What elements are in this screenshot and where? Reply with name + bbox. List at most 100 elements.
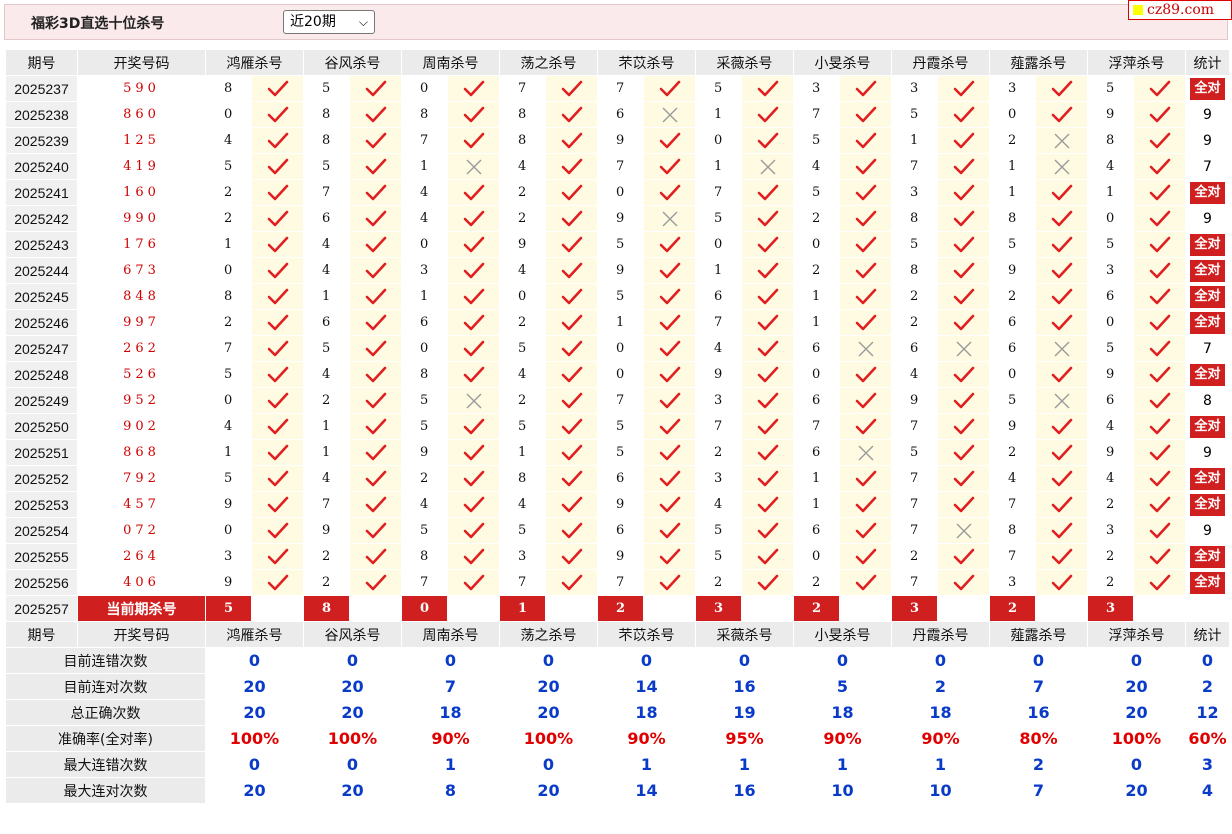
site-logo[interactable]: cz89.com <box>1128 0 1232 20</box>
check-icon <box>545 361 598 388</box>
check-icon <box>937 309 990 336</box>
stat-value: 18 <box>793 699 892 726</box>
check-icon <box>349 569 402 596</box>
all-correct-badge: 全对 <box>1190 571 1225 594</box>
stat-value: 14 <box>597 673 696 700</box>
kill-number: 0 <box>597 179 644 206</box>
check-icon <box>251 127 304 154</box>
kill-number: 6 <box>597 465 644 492</box>
kill-number: 0 <box>205 387 252 414</box>
period-cell: 2025249 <box>5 387 78 414</box>
stat-cell: 全对 <box>1185 543 1230 570</box>
kill-number: 2 <box>891 283 938 310</box>
period-cell: 2025244 <box>5 257 78 284</box>
table-row: 2025238 860 0 8 8 8 6 1 7 5 0 9 9 <box>5 101 1230 128</box>
kill-number: 5 <box>793 127 840 154</box>
kill-number: 6 <box>793 517 840 544</box>
kill-number: 0 <box>205 101 252 128</box>
kill-number: 0 <box>989 101 1036 128</box>
cross-icon <box>937 335 990 362</box>
check-icon <box>1133 413 1186 440</box>
kill-number: 9 <box>205 491 252 518</box>
period-cell: 2025250 <box>5 413 78 440</box>
stat-value: 8 <box>401 777 500 804</box>
check-icon <box>1133 127 1186 154</box>
check-icon <box>545 517 598 544</box>
check-icon <box>1133 569 1186 596</box>
check-icon <box>643 309 696 336</box>
kill-number: 6 <box>597 517 644 544</box>
draw-number: 264 <box>77 543 206 570</box>
header-col-2: 鸿雁杀号 <box>205 49 304 76</box>
table-row: 2025240 419 5 5 1 4 7 1 4 7 1 4 7 <box>5 153 1230 180</box>
check-icon <box>251 309 304 336</box>
kill-number: 2 <box>891 543 938 570</box>
kill-number: 9 <box>1087 439 1134 466</box>
check-icon <box>643 335 696 362</box>
table-row: 2025239 125 4 8 7 8 9 0 5 1 2 8 9 <box>5 127 1230 154</box>
check-icon <box>251 335 304 362</box>
check-icon <box>545 491 598 518</box>
kill-number: 0 <box>695 127 742 154</box>
kill-number: 8 <box>1087 127 1134 154</box>
kill-number: 1 <box>695 257 742 284</box>
kill-number: 7 <box>303 179 350 206</box>
check-icon <box>839 491 892 518</box>
kill-number: 4 <box>303 257 350 284</box>
kill-number: 8 <box>205 75 252 102</box>
kill-number: 9 <box>597 205 644 232</box>
stat-value: 16 <box>695 673 794 700</box>
period-cell: 2025245 <box>5 283 78 310</box>
period-cell: 2025243 <box>5 231 78 258</box>
stat-cell: 全对 <box>1185 569 1230 596</box>
stat-value: 0 <box>695 647 794 674</box>
kill-number: 5 <box>205 361 252 388</box>
kill-number: 0 <box>793 361 840 388</box>
stat-value: 100% <box>205 725 304 752</box>
check-icon <box>545 439 598 466</box>
stat-value: 16 <box>695 777 794 804</box>
check-icon <box>741 127 794 154</box>
check-icon <box>349 413 402 440</box>
header-col-10: 薤露杀号 <box>989 49 1088 76</box>
stat-label: 目前连错次数 <box>5 647 206 674</box>
stat-cell: 全对 <box>1185 231 1230 258</box>
check-icon <box>1035 361 1088 388</box>
stat-value: 0 <box>1087 647 1186 674</box>
period-cell: 2025246 <box>5 309 78 336</box>
kill-number: 9 <box>989 413 1036 440</box>
check-icon <box>643 127 696 154</box>
check-icon <box>741 75 794 102</box>
draw-number: 526 <box>77 361 206 388</box>
page-title: 福彩3D直选十位杀号 <box>31 16 165 32</box>
cross-icon <box>643 101 696 128</box>
period-cell: 2025242 <box>5 205 78 232</box>
check-icon <box>447 517 500 544</box>
header-col-5: 荡之杀号 <box>499 49 598 76</box>
kill-number: 4 <box>205 127 252 154</box>
check-icon <box>1133 205 1186 232</box>
kill-number: 3 <box>499 543 546 570</box>
check-icon <box>839 75 892 102</box>
kill-number: 0 <box>205 257 252 284</box>
kill-number: 7 <box>597 387 644 414</box>
kill-number: 5 <box>303 153 350 180</box>
kill-number: 2 <box>695 569 742 596</box>
check-icon <box>251 75 304 102</box>
footer-col-0: 期号 <box>5 621 78 648</box>
kill-number: 8 <box>401 361 448 388</box>
period-select[interactable]: 近20期 ⌵ <box>283 10 375 34</box>
period-cell: 2025256 <box>5 569 78 596</box>
check-icon <box>1133 101 1186 128</box>
kill-number: 1 <box>793 283 840 310</box>
cross-icon <box>447 153 500 180</box>
stat-total: 0 <box>1185 647 1230 674</box>
table-row: 2025250 902 4 1 5 5 5 7 7 7 9 4 全对 <box>5 413 1230 440</box>
stat-value: 18 <box>891 699 990 726</box>
check-icon <box>839 543 892 570</box>
check-icon <box>937 387 990 414</box>
check-icon <box>545 127 598 154</box>
kill-number: 8 <box>499 101 546 128</box>
table-row: 2025245 848 8 1 1 0 5 6 1 2 2 6 全对 <box>5 283 1230 310</box>
stat-cell: 全对 <box>1185 361 1230 388</box>
